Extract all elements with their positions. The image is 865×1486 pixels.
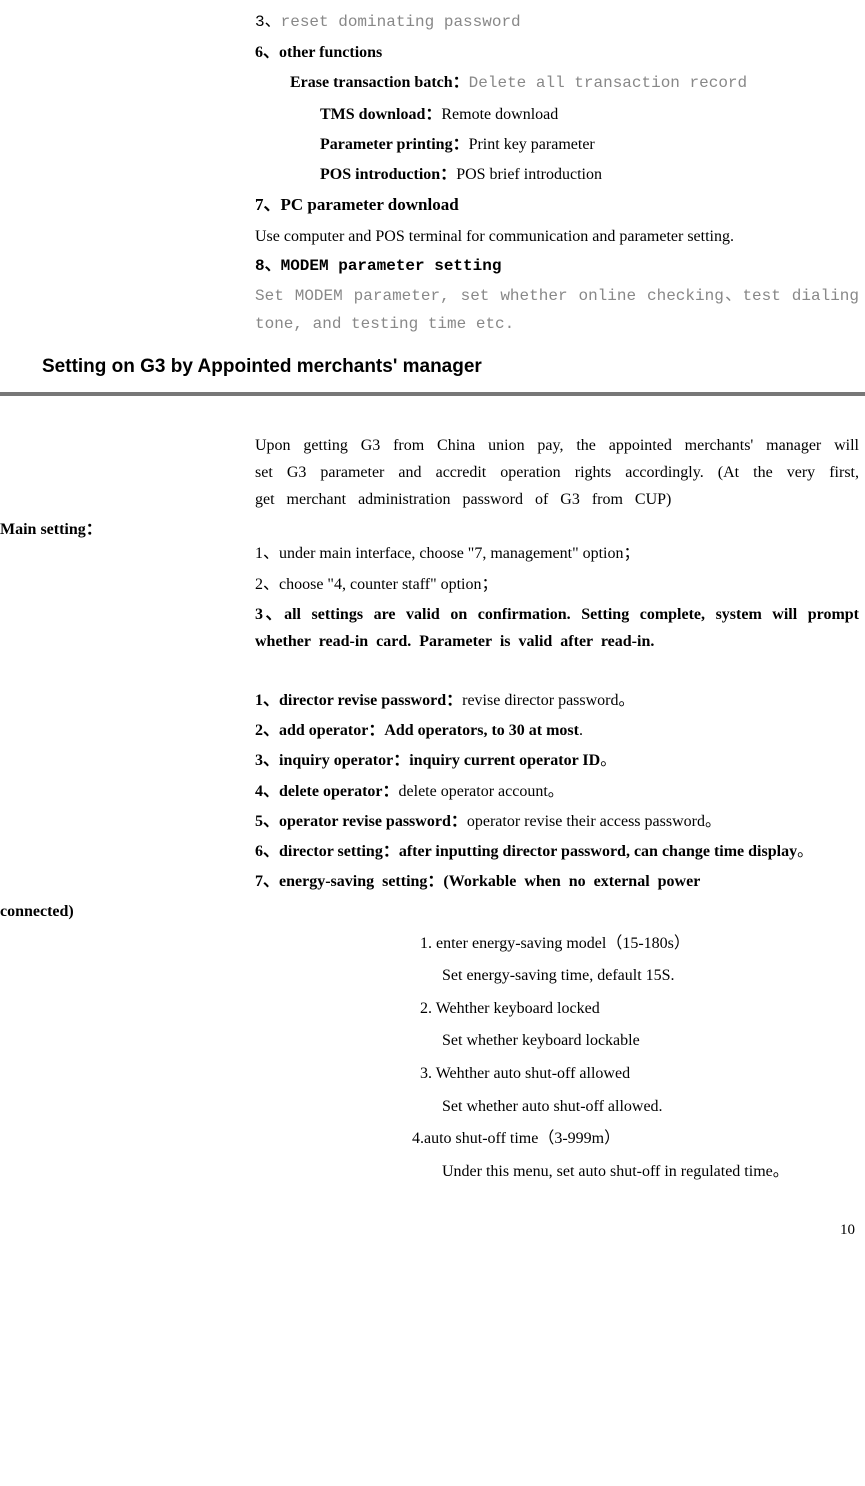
energy-1-sub: Set energy-saving time, default 15S. [442,961,855,991]
intro-paragraph: Upon getting G3 from China union pay, th… [255,432,859,514]
erase-text: Delete all transaction record [469,74,747,92]
step-1: 1、under main interface, choose "7, manag… [255,540,859,567]
item-7-heading: 7、PC parameter download [255,191,859,220]
pos-label: POS introduction： [320,166,456,183]
item-6-b: 6、director setting：after inputting direc… [255,843,797,860]
item-2-b: 2、add operator：Add operators, to 30 at m… [255,722,579,739]
item-6-heading: 6、other functions [255,39,859,66]
item-4-b: 4、delete operator： [255,783,399,800]
item-3-num: 3、 [255,13,281,31]
step-3: 3、all settings are valid on confirmation… [255,601,859,655]
item-7-text: Use computer and POS terminal for commun… [255,223,859,250]
item-1-b: 1、director revise password： [255,692,462,709]
item-inquiry-operator: 3、inquiry operator：inquiry current opera… [255,747,859,774]
main-setting-block: Main setting： 1、under main interface, ch… [0,515,865,655]
item-7-b: 7、energy-saving setting：(Workable when n… [255,873,700,890]
energy-3: 3. Wehther auto shut-off allowed [420,1059,855,1089]
tms-label: TMS download： [320,106,441,123]
section-heading: Setting on G3 by Appointed merchants' ma… [42,356,865,378]
steps-block: 1、under main interface, choose "7, manag… [255,515,859,655]
item-add-operator: 2、add operator：Add operators, to 30 at m… [255,717,859,744]
item-3: 3、reset dominating password [255,9,859,36]
top-block: 3、reset dominating password 6、other func… [255,9,859,338]
item-director-setting: 6、director setting：after inputting direc… [255,838,859,865]
energy-3-sub: Set whether auto shut-off allowed. [442,1092,855,1122]
main-setting-label: Main setting： [0,515,102,539]
item-8-heading: 8、MODEM parameter setting [255,253,859,280]
step-2: 2、choose "4, counter staff" option； [255,571,859,598]
item-6-tms: TMS download：Remote download [320,101,859,128]
energy-4-sub: Under this menu, set auto shut-off in re… [442,1157,855,1187]
item-6-param: Parameter printing：Print key parameter [320,131,859,158]
item-8-text: Set MODEM parameter, set whether online … [255,283,859,337]
energy-2: 2. Wehther keyboard locked [420,994,855,1024]
energy-2-sub: Set whether keyboard lockable [442,1026,855,1056]
item-director-revise-password: 1、director revise password：revise direct… [255,687,859,714]
item-7-part: 7、energy-saving setting：(Workable when n… [255,868,859,895]
item-6-erase: Erase transaction batch：Delete all trans… [290,69,859,97]
item-5-b: 5、operator revise password： [255,813,467,830]
items-block: 1、director revise password：revise direct… [255,687,859,865]
energy-1: 1. enter energy-saving model（15-180s） [420,929,855,959]
document-page: 3、reset dominating password 6、other func… [0,0,865,1249]
item-delete-operator: 4、delete operator：delete operator accoun… [255,778,859,805]
item-6-pos: POS introduction：POS brief introduction [320,161,859,188]
erase-label: Erase transaction batch： [290,74,469,91]
item-5-r: operator revise their access password。 [467,813,721,830]
item-4-r: delete operator account。 [399,783,564,800]
item-3-b: 3、inquiry operator：inquiry current opera… [255,752,600,769]
item-3-r: 。 [600,752,616,769]
energy-sub-block: 1. enter energy-saving model（15-180s） Se… [420,929,855,1187]
param-label: Parameter printing： [320,136,469,153]
item-3-text: reset dominating password [281,13,521,31]
pos-text: POS brief introduction [456,166,602,183]
item-1-r: revise director password。 [462,692,634,709]
item-operator-revise-password: 5、operator revise password：operator revi… [255,808,859,835]
energy-4: 4.auto shut-off time（3-999m） [412,1124,855,1154]
item-6-r: 。 [797,843,813,860]
tms-text: Remote download [441,106,558,123]
horizontal-rule [0,392,865,396]
item-7-tail: connected) [0,898,865,925]
item-2-r: . [579,722,583,739]
param-text: Print key parameter [469,136,595,153]
page-number: 10 [840,1222,855,1239]
item-energy-saving: 7、energy-saving setting：(Workable when n… [0,868,865,925]
